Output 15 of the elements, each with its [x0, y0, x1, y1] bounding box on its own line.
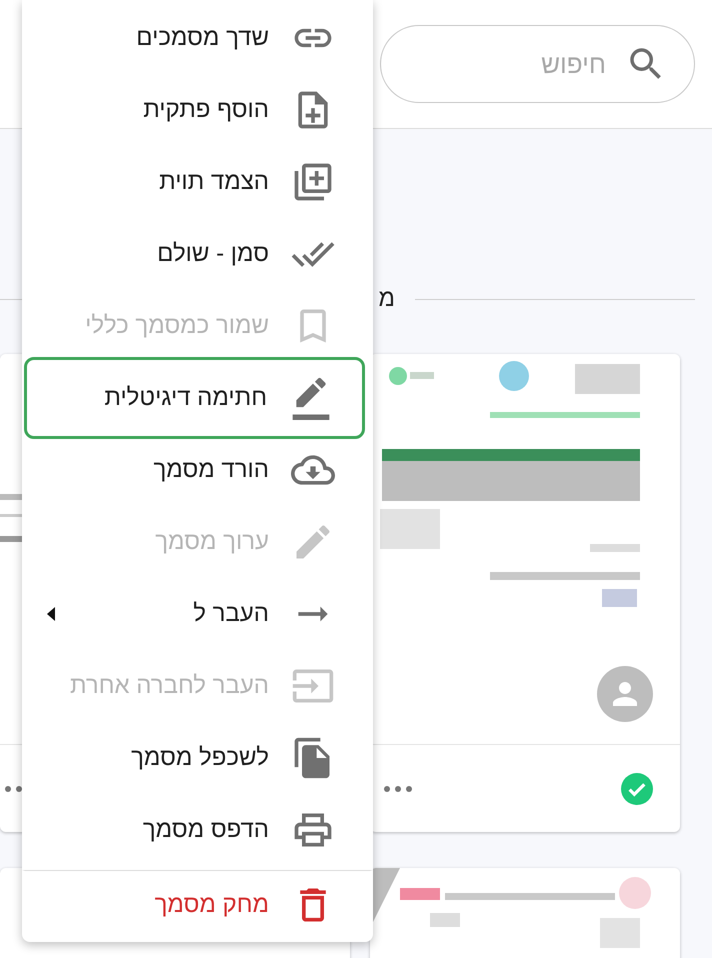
caret-icon	[47, 607, 55, 621]
section-heading: מ	[378, 285, 395, 313]
document-card[interactable]	[370, 354, 680, 832]
search-field[interactable]: חיפוש	[380, 25, 695, 103]
menu-item[interactable]: סמן - שולם	[26, 218, 369, 290]
menu-item[interactable]: הצמד תוית	[26, 146, 369, 218]
more-icon[interactable]	[383, 784, 413, 792]
menu-item[interactable]: שדך מסמכים	[26, 2, 369, 74]
menu-item[interactable]: לשכפל מסמך	[26, 722, 369, 794]
menu-item[interactable]: העבר ל	[26, 578, 369, 650]
delete-menu-item[interactable]: מחק מסמך	[22, 870, 373, 942]
menu-item[interactable]: הוסף פתקית	[26, 74, 369, 146]
menu-item[interactable]: הדפס מסמך	[26, 794, 369, 866]
check-circle-icon	[621, 772, 653, 804]
menu-item[interactable]: חתימה דיגיטלית	[24, 357, 365, 439]
